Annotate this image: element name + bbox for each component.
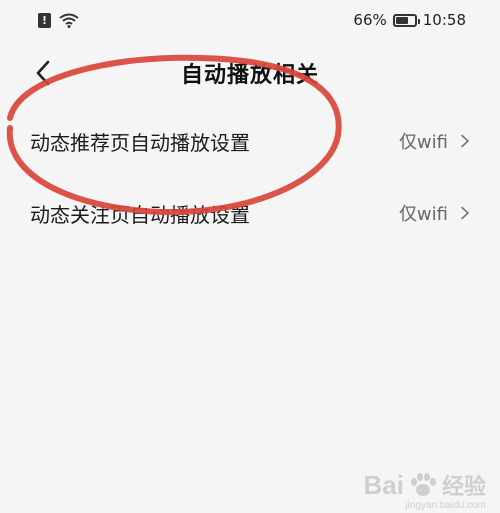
setting-right: 仅wifi <box>399 200 472 226</box>
battery-fill <box>395 16 408 24</box>
chevron-left-icon <box>36 60 50 86</box>
setting-label: 动态关注页自动播放设置 <box>30 202 250 227</box>
paw-icon <box>410 473 436 496</box>
setting-right: 仅wifi <box>399 128 472 154</box>
watermark-url: jingyan.baidu.com <box>405 500 486 511</box>
setting-value: 仅wifi <box>398 204 448 225</box>
page-title: 自动播放相关 <box>180 63 319 88</box>
wifi-icon <box>59 13 79 28</box>
alert-icon: ! <box>38 12 51 28</box>
setting-label: 动态推荐页自动播放设置 <box>30 130 250 155</box>
watermark-brand: Bai <box>363 469 404 500</box>
chevron-right-icon <box>461 134 469 148</box>
setting-row-follow-autoplay[interactable]: 动态关注页自动播放设置 仅wifi <box>0 177 500 249</box>
battery-percent: 66% <box>353 11 387 29</box>
status-left: ! <box>38 12 79 28</box>
watermark-sub: 经验 <box>441 474 486 499</box>
status-right: 66% 10:58 <box>353 11 466 29</box>
chevron-right-icon <box>461 206 469 220</box>
back-button[interactable] <box>26 56 60 90</box>
setting-row-recommend-autoplay[interactable]: 动态推荐页自动播放设置 仅wifi <box>0 105 500 177</box>
battery-icon <box>392 13 420 27</box>
clock: 10:58 <box>422 11 466 29</box>
settings-list: 动态推荐页自动播放设置 仅wifi 动态关注页自动播放设置 仅wifi <box>0 105 500 249</box>
title-bar: 自动播放相关 <box>0 48 500 98</box>
baidu-watermark: Bai 经验 jingyan.baidu.com <box>363 469 486 512</box>
status-bar: ! 66% 10:58 <box>0 0 500 40</box>
setting-value: 仅wifi <box>398 132 448 153</box>
